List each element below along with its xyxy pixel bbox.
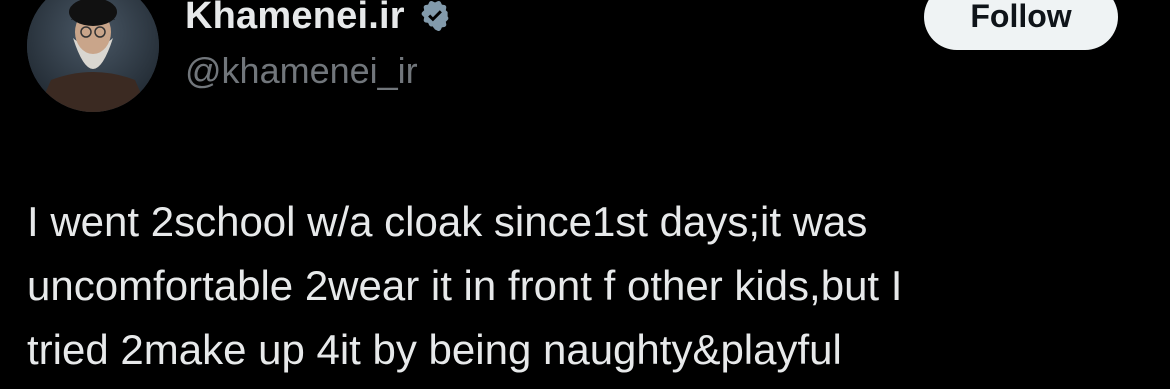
author-name-row: Khamenei.ir (185, 0, 453, 40)
follow-button[interactable]: Follow (924, 0, 1118, 50)
tweet-text: I went 2school w/a cloak since1st days;i… (27, 190, 1147, 382)
verified-badge-icon (417, 0, 453, 34)
tweet-text-line: uncomfortable 2wear it in front f other … (27, 262, 903, 309)
author-handle[interactable]: @khamenei_ir (185, 50, 418, 92)
tweet: Khamenei.ir @khamenei_ir Follow I went 2… (0, 0, 1170, 389)
avatar-image (27, 0, 159, 112)
display-name[interactable]: Khamenei.ir (185, 0, 405, 38)
profile-avatar[interactable] (27, 0, 159, 112)
tweet-text-line: tried 2make up 4it by being naughty&play… (27, 326, 842, 373)
tweet-text-line: I went 2school w/a cloak since1st days;i… (27, 198, 868, 245)
